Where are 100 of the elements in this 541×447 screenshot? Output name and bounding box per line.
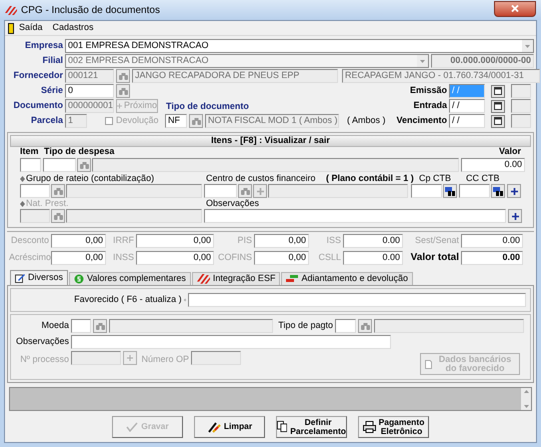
field-label: Desconto (10, 234, 49, 248)
binoculars-icon (118, 72, 128, 80)
tax-field[interactable]: 0,00 (136, 250, 214, 264)
tax-field[interactable]: 0,00 (51, 250, 106, 264)
input-field[interactable] (20, 158, 41, 172)
input-field[interactable]: 1 (65, 114, 87, 128)
input-field[interactable] (335, 319, 356, 333)
supplier-name-field[interactable]: JANGO RECAPADORA DE PNEUS EPP (132, 69, 338, 83)
note-text: ( Ambos ) (346, 114, 385, 128)
add-button[interactable] (507, 184, 521, 198)
field-label: Valor total (410, 251, 459, 265)
add-button[interactable] (508, 209, 522, 223)
window-title: CPG - Inclusão de documentos (21, 4, 160, 18)
action-button[interactable]: Pagamento Eletrônico (358, 416, 429, 438)
notes-field[interactable] (204, 209, 506, 223)
input-field[interactable]: 000121 (65, 69, 114, 83)
field-label: Documento (12, 99, 63, 112)
binoculars-icon (80, 162, 88, 168)
input-field[interactable] (71, 351, 121, 365)
tab[interactable]: Valores complementares (69, 272, 191, 285)
field-label: Observações (206, 196, 260, 210)
tax-field[interactable]: 0.00 (343, 234, 403, 248)
input-field[interactable] (20, 184, 50, 198)
field-label: Valor (498, 144, 521, 158)
stripes-logo-icon (5, 6, 17, 14)
document-type-field[interactable]: NOTA FISCAL MOD 1 ( Ambos ) (205, 114, 339, 128)
door-icon (8, 22, 14, 34)
description-field[interactable] (66, 184, 202, 198)
field-label: Favorecido ( F6 - atualiza ) (74, 293, 182, 306)
tax-field[interactable]: 0.00 (343, 250, 403, 264)
description-field[interactable] (66, 209, 202, 223)
calendar-button[interactable] (491, 114, 505, 128)
status-field[interactable] (511, 84, 531, 98)
input-field[interactable] (20, 209, 50, 223)
description-field[interactable] (374, 319, 524, 333)
description-field[interactable] (109, 319, 273, 333)
action-button[interactable]: Limpar (194, 416, 265, 438)
action-button[interactable]: Definir Parcelamento (276, 416, 347, 438)
description-field[interactable] (92, 158, 459, 172)
input-field[interactable] (191, 351, 241, 365)
scrollbar[interactable] (521, 388, 531, 410)
lookup-button[interactable] (490, 184, 505, 198)
supplier-info-field[interactable]: RECAPAGEM JANGO - 01.760.734/0001-31 (342, 69, 540, 83)
close-button[interactable] (494, 0, 536, 16)
field-label: Item (20, 144, 40, 158)
tab[interactable]: Adiantamento e devolução (281, 272, 414, 285)
input-field[interactable]: 000000001 (65, 99, 114, 113)
calendar-button[interactable] (491, 100, 505, 112)
field-label: COFINS (216, 250, 252, 264)
brush-icon (206, 420, 221, 432)
input-field[interactable]: NF (165, 114, 187, 128)
field-label: Tipo de pagto (277, 319, 333, 332)
tax-field[interactable]: 0,00 (254, 234, 309, 248)
dropdown-icon (522, 40, 533, 52)
field-label: Grupo de rateio (contabilização) (26, 172, 154, 185)
plan-label: ( Plano contábil = 1 ) (326, 172, 415, 185)
document-icon (425, 360, 432, 368)
status-field[interactable] (511, 99, 531, 113)
menu-item[interactable]: Cadastros (52, 21, 94, 35)
value-field[interactable]: 0.00 (461, 158, 525, 172)
description-field[interactable] (268, 184, 408, 198)
pencil-icon (15, 273, 25, 283)
input-field[interactable]: 0 (65, 84, 114, 98)
payee-field[interactable] (188, 293, 526, 307)
status-field[interactable] (511, 114, 531, 128)
date-field[interactable]: / / (449, 114, 485, 128)
field-label: CSLL (317, 250, 341, 264)
menu-item[interactable]: Saída (19, 21, 43, 35)
check-icon (126, 422, 138, 432)
tab[interactable]: Diversos (10, 270, 68, 285)
down-arrow-icon (524, 405, 528, 408)
binoculars-icon (54, 188, 62, 194)
input-field[interactable] (43, 158, 76, 172)
input-field[interactable] (71, 319, 91, 333)
tax-field[interactable]: 0.00 (461, 234, 523, 248)
field-label: INSS (112, 250, 134, 264)
field-label: Observações (15, 335, 69, 348)
lookup-button[interactable] (442, 184, 457, 198)
field-label: IRRF (112, 234, 134, 248)
tax-field[interactable]: 0,00 (254, 250, 309, 264)
arrows-icon (286, 275, 298, 283)
company-select[interactable]: 001 EMPRESA DEMONSTRACAO (65, 39, 534, 53)
dropdown-icon (417, 55, 428, 67)
calendar-button[interactable] (491, 84, 505, 98)
field-label: Acréscimo (9, 250, 49, 264)
input-field[interactable] (410, 184, 442, 198)
input-field[interactable] (204, 184, 238, 198)
tax-field[interactable]: 0,00 (136, 234, 214, 248)
field-label: Número OP (140, 353, 189, 366)
input-field[interactable] (458, 184, 490, 198)
tax-field[interactable]: 0,00 (51, 234, 106, 248)
tab[interactable]: Integração ESF (192, 272, 280, 285)
field-label: Entrada (412, 99, 447, 112)
notes-field[interactable] (71, 335, 391, 349)
field-label: Empresa (24, 39, 63, 52)
calendar-icon (494, 87, 502, 95)
date-field[interactable]: / / (449, 99, 485, 113)
field-label: Parcela (30, 114, 63, 128)
total-field[interactable]: 0.00 (461, 250, 523, 264)
close-icon (511, 5, 519, 12)
